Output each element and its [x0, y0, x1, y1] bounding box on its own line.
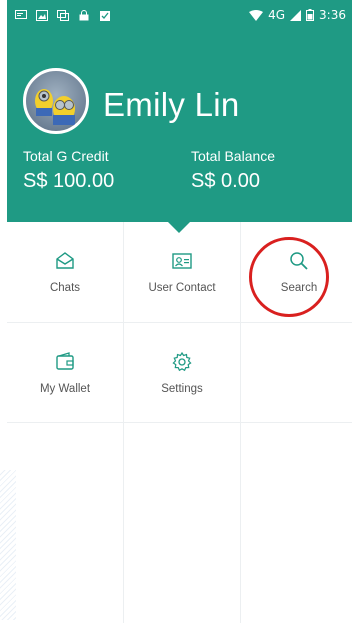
image-icon: [36, 9, 48, 21]
lock-icon: [79, 9, 89, 20]
contact-card-icon: [172, 253, 192, 269]
menu-item-my-wallet[interactable]: My Wallet: [7, 323, 123, 423]
menu-item-label: Search: [280, 282, 318, 294]
balance-value: S$ 0.00: [191, 170, 260, 192]
avatar-image: [35, 89, 75, 125]
gear-icon: [172, 351, 192, 372]
avatar[interactable]: [23, 68, 89, 134]
wallet-icon: [56, 352, 74, 370]
clock: 3:36: [319, 8, 346, 22]
menu-item-search[interactable]: Search: [241, 222, 352, 322]
credit-value: S$ 100.00: [23, 170, 115, 192]
menu-item-label: Settings: [161, 383, 203, 395]
menu-item-settings[interactable]: Settings: [124, 323, 240, 423]
copy-icon: [57, 9, 69, 21]
search-icon: [290, 252, 308, 270]
menu-grid: Chats User Contact Search My Wallet Sett…: [7, 222, 352, 623]
message-icon: [15, 9, 27, 19]
clipboard-check-icon: [100, 10, 110, 21]
menu-item-label: My Wallet: [39, 383, 91, 395]
status-bar: 4G 3:36: [7, 0, 352, 30]
battery-icon: [306, 9, 315, 21]
profile-header: Emily Lin Total G Credit S$ 100.00 Total…: [7, 30, 352, 222]
menu-item-chats[interactable]: Chats: [7, 222, 123, 322]
header-pointer: [168, 222, 190, 233]
user-name: Emily Lin: [103, 86, 240, 123]
status-icons-right: 4G 3:36: [249, 8, 346, 22]
menu-item-label: User Contact: [148, 282, 216, 294]
signal-icon: [290, 9, 302, 21]
network-type: 4G: [268, 8, 286, 22]
wifi-icon: [249, 9, 264, 21]
decorative-lines: [0, 470, 16, 620]
credit-label: Total G Credit: [23, 148, 109, 164]
mail-icon: [56, 252, 74, 269]
status-icons-left: [15, 9, 111, 21]
balance-label: Total Balance: [191, 148, 276, 164]
menu-item-label: Chats: [49, 282, 81, 294]
menu-item-user-contact[interactable]: User Contact: [124, 222, 240, 322]
